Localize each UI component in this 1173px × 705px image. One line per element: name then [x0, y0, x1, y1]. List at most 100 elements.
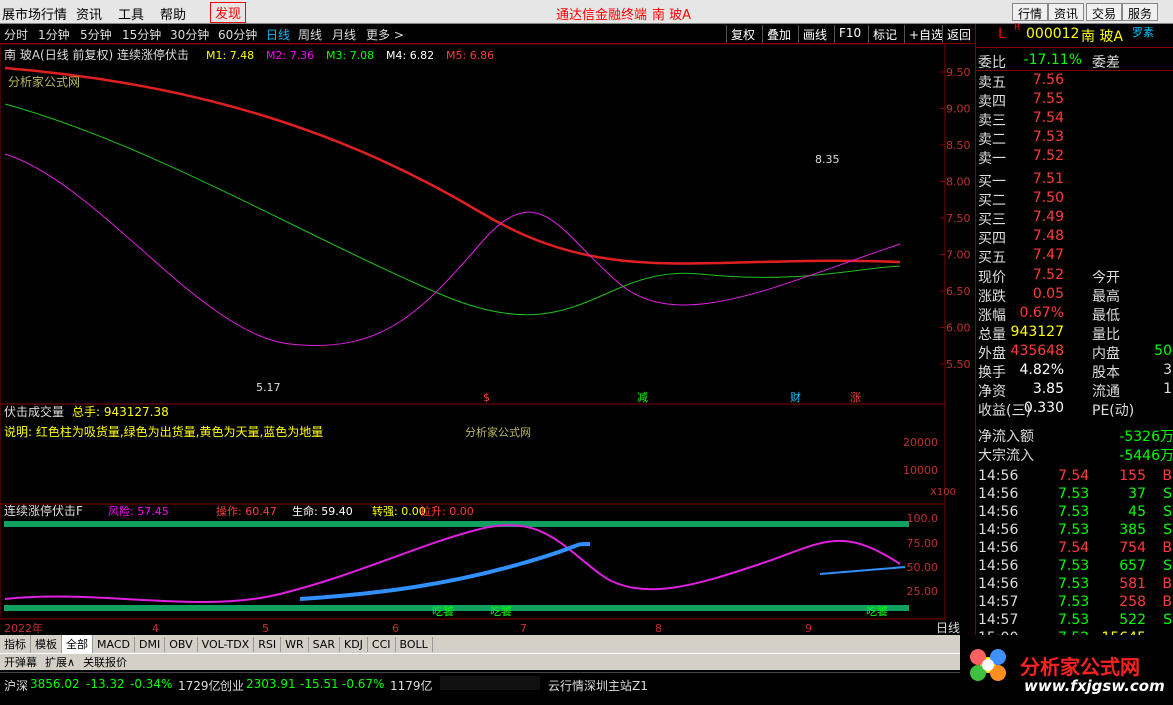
period-30min[interactable]: 30分钟 [170, 26, 209, 43]
tick-row: 14:57 7.53 522 S [976, 612, 1173, 631]
indicator-tab[interactable]: MACD [93, 637, 135, 652]
cy-value: 2303.91 [246, 677, 296, 691]
period-15min[interactable]: 15分钟 [122, 26, 161, 43]
f10-button[interactable]: F10 [834, 25, 865, 43]
ask-row: 卖二 7.53 [976, 129, 1173, 148]
extra-tab[interactable]: 开弹幕 [0, 654, 41, 670]
price-tick: 6.00 [946, 322, 971, 335]
menu-market[interactable]: 展市场行情 [2, 4, 67, 23]
period-1min[interactable]: 1分钟 [38, 26, 70, 43]
indicator-tab[interactable]: SAR [309, 637, 340, 652]
ma-green-path [4, 103, 901, 316]
menu-news[interactable]: 资讯 [76, 4, 102, 23]
menu-help[interactable]: 帮助 [160, 4, 186, 23]
cy-pct: -0.67% [342, 677, 385, 691]
period-timeshare[interactable]: 分时 [4, 26, 28, 43]
ask-row: 卖三 7.54 [976, 110, 1173, 129]
marker-limit[interactable]: 涨 [850, 391, 861, 404]
menu-discover[interactable]: 发现 [210, 2, 247, 23]
stat-value: 4.82% [1019, 362, 1064, 378]
ma-red-line [4, 66, 901, 346]
period-more[interactable]: 更多 > [366, 26, 404, 43]
indicator-tab[interactable]: KDJ [340, 637, 368, 652]
chart-area[interactable]: 9.50 9.00 8.50 8.00 7.50 7.00 6.50 6.00 5.50 南 玻… [0, 43, 975, 635]
ask-row: 卖一 7.52 [976, 148, 1173, 167]
kline-chart[interactable]: 9.50 9.00 8.50 8.00 7.50 7.00 6.50 6.00 5.50 南 玻… [0, 43, 975, 635]
marker-reduce[interactable]: 减 [637, 391, 648, 404]
indicator-tab[interactable]: VOL-TDX [198, 637, 255, 652]
stat-right-label: 股本 [1092, 365, 1120, 381]
overlay-button[interactable]: 叠加 [762, 25, 795, 43]
sh-pct: -0.34% [130, 677, 173, 691]
x-axis-label: 2022年 [4, 621, 43, 635]
news-button[interactable]: 资讯 [1048, 3, 1085, 21]
add-watchlist-button[interactable]: +自选 [904, 25, 947, 43]
tick-volume: 385 [1119, 522, 1146, 538]
period-60min[interactable]: 60分钟 [218, 26, 257, 43]
indicator-tab[interactable]: OBV [165, 637, 198, 652]
trade-button[interactable]: 交易 [1086, 3, 1123, 21]
ind-label-b: 吃饕 [490, 604, 512, 618]
tick-side: S [1163, 486, 1172, 502]
menu-tools[interactable]: 工具 [118, 4, 144, 23]
quote-button[interactable]: 行情 [1012, 3, 1049, 21]
ask-label: 卖五 [978, 75, 1006, 91]
ask-price: 7.54 [1032, 110, 1064, 126]
l-icon: L [998, 26, 1006, 42]
mark-button[interactable]: 标记 [868, 25, 901, 43]
period-daily[interactable]: 日线 [266, 26, 290, 43]
cy-change: -15.51 [300, 677, 339, 691]
tick-row: 14:56 7.53 657 S [976, 558, 1173, 577]
x-axis-period: 日线 [936, 621, 960, 635]
x-axis-label: 5 [262, 622, 269, 635]
indicator-tab[interactable]: 全部 [62, 635, 93, 653]
flow-row: 净流入额 -5326万 [976, 426, 1173, 445]
draw-button[interactable]: 画线 [798, 25, 831, 43]
tick-row: 14:56 7.53 385 S [976, 522, 1173, 541]
tick-side: B [1162, 468, 1172, 484]
extra-tab[interactable]: 关联报价 [79, 654, 131, 670]
period-5min[interactable]: 5分钟 [80, 26, 112, 43]
indicator-tab[interactable]: RSI [254, 637, 282, 652]
period-weekly[interactable]: 周线 [298, 26, 322, 43]
indicator-label: 操作: 60.47 [216, 504, 277, 518]
tick-price: 7.53 [1058, 486, 1090, 502]
indicator-tab[interactable]: BOLL [396, 637, 433, 652]
server-name[interactable]: 云行情深圳主站Z1 [548, 677, 648, 694]
tick-price: 7.53 [1058, 594, 1090, 610]
extra-tab[interactable]: 扩展∧ [41, 654, 79, 670]
indicator-tab[interactable]: WR [281, 637, 309, 652]
back-button[interactable]: 返回 [942, 25, 975, 43]
r-icon: R [1014, 23, 1021, 33]
tick-row: 14:56 7.53 37 S [976, 486, 1173, 505]
tick-volume: 155 [1119, 468, 1146, 484]
volume-title: 伏击成交量 [4, 404, 64, 419]
marker-finance[interactable]: 财 [790, 390, 801, 404]
tick-side: B [1162, 540, 1172, 556]
sh-value: 3856.02 [30, 677, 80, 691]
tick-row: 14:56 7.53 581 B [976, 576, 1173, 595]
stat-value: 0.05 [1032, 286, 1064, 302]
marker-dollar[interactable]: $ [483, 391, 490, 404]
indicator-tab[interactable]: CCI [368, 637, 396, 652]
x-axis-label: 8 [655, 622, 662, 635]
indicator-tab[interactable]: 指标 [0, 635, 31, 653]
bid-label: 买四 [978, 231, 1006, 247]
bid-row: 买三 7.49 [976, 209, 1173, 228]
period-monthly[interactable]: 月线 [332, 26, 356, 43]
stat-right-label: 最高 [1092, 289, 1120, 305]
price-panel-frame [0, 43, 946, 405]
adjust-button[interactable]: 复权 [726, 25, 759, 43]
weibi-label: 委比 [978, 55, 1006, 71]
menu-bar: 展市场行情 资讯 工具 帮助 发现 通达信金融终端 南 玻A 行情 资讯 交易 … [0, 0, 1173, 24]
life-line-right [819, 566, 906, 575]
ma-label: M4: 6.82 [386, 49, 434, 62]
bid-row: 买五 7.47 [976, 247, 1173, 266]
sh-change: -13.32 [86, 677, 125, 691]
tick-price: 7.54 [1058, 468, 1090, 484]
service-button[interactable]: 服务 [1122, 3, 1159, 21]
bid-price: 7.48 [1032, 228, 1064, 244]
indicator-tab[interactable]: 模板 [31, 635, 62, 653]
indicator-tab[interactable]: DMI [135, 637, 166, 652]
ma-magenta-path [4, 153, 901, 346]
